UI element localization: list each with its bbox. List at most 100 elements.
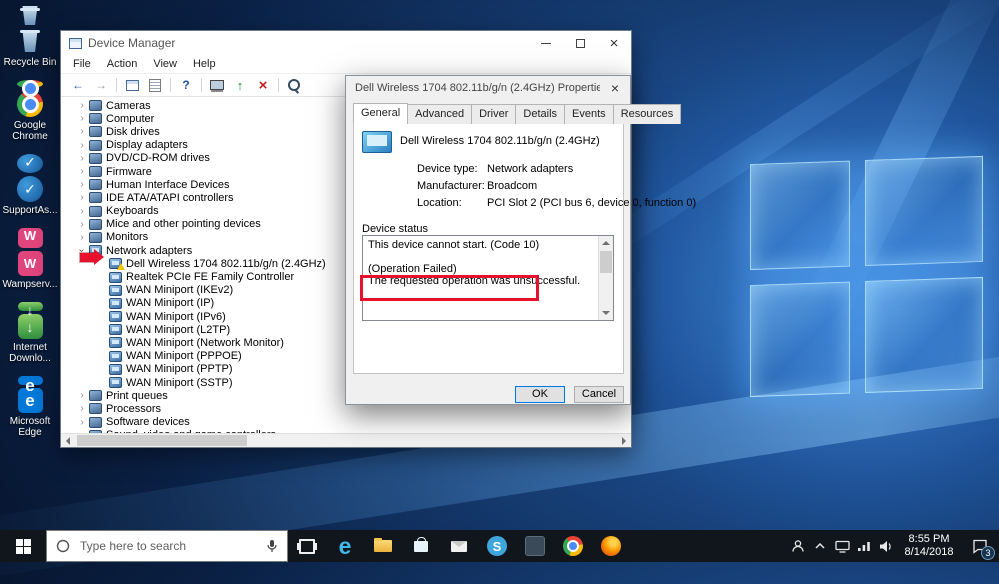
- scrollbar-track[interactable]: [75, 434, 617, 447]
- tab-details[interactable]: Details: [515, 104, 566, 124]
- taskbar-chrome-icon[interactable]: [554, 530, 592, 562]
- menu-item[interactable]: Action: [99, 58, 146, 70]
- menu-item[interactable]: File: [65, 58, 99, 70]
- tab-advanced[interactable]: Advanced: [407, 104, 473, 124]
- tree-expander-icon[interactable]: [75, 206, 89, 217]
- people-icon[interactable]: [787, 530, 809, 562]
- tree-expander-icon[interactable]: [75, 113, 89, 124]
- taskbar-mail-icon[interactable]: [440, 530, 478, 562]
- field-label: Manufacturer:: [417, 180, 485, 192]
- toolbar-icon-uninstall-device[interactable]: [254, 76, 272, 94]
- hidden-icons-chevron[interactable]: [809, 530, 831, 562]
- desktop-icon-google-chrome[interactable]: Google Chrome: [2, 80, 58, 142]
- taskbar-store-icon[interactable]: [402, 530, 440, 562]
- toolbar-icon-separator[interactable]: [201, 78, 202, 92]
- minimize-button[interactable]: [529, 31, 563, 55]
- desktop-icon-recycle-bin[interactable]: Recycle Bin: [2, 6, 58, 68]
- network-tray-icon[interactable]: [853, 530, 875, 562]
- taskbar-edge-icon[interactable]: [326, 530, 364, 562]
- scroll-left-arrow[interactable]: [61, 434, 75, 448]
- dialog-titlebar[interactable]: Dell Wireless 1704 802.11b/g/n (2.4GHz) …: [346, 76, 630, 100]
- tree-item-label: WAN Miniport (IPv6): [126, 310, 226, 323]
- tab-resources[interactable]: Resources: [612, 104, 682, 124]
- maximize-button[interactable]: [563, 31, 597, 55]
- device-icon: [89, 126, 102, 138]
- device-icon: [109, 377, 122, 389]
- device-manager-titlebar[interactable]: Device Manager: [61, 31, 631, 55]
- desktop-icon-microsoft-edge[interactable]: Microsoft Edge: [2, 376, 58, 439]
- dialog-close-button[interactable]: [600, 76, 630, 100]
- tree-expander-icon[interactable]: [75, 153, 89, 164]
- tree-expander-icon[interactable]: [75, 179, 89, 190]
- device-field-row: Location: PCI Slot 2 (PCI bus 6, device …: [417, 197, 696, 214]
- toolbar-icon-separator[interactable]: [116, 78, 117, 92]
- device-icon: [109, 284, 122, 296]
- tree-expander-icon[interactable]: [75, 140, 89, 151]
- volume-tray-icon[interactable]: [875, 530, 897, 562]
- tab-events[interactable]: Events: [564, 104, 614, 124]
- tree-expander-icon[interactable]: [75, 403, 89, 414]
- tree-expander-icon[interactable]: [75, 126, 89, 137]
- tree-item-label: IDE ATA/ATAPI controllers: [106, 191, 234, 204]
- menu-item[interactable]: View: [145, 58, 185, 70]
- start-button[interactable]: [0, 530, 46, 562]
- microphone-icon[interactable]: [266, 539, 278, 553]
- toolbar-icon-help[interactable]: [177, 76, 195, 94]
- close-button[interactable]: [597, 31, 631, 55]
- windows-logo-wallpaper: [750, 155, 983, 398]
- taskbar-skype-icon[interactable]: [478, 530, 516, 562]
- toolbar-icon-scan-hardware-changes[interactable]: [285, 76, 303, 94]
- ok-button[interactable]: OK: [515, 386, 565, 403]
- tree-expander-icon[interactable]: [75, 192, 89, 203]
- display-tray-icon[interactable]: [831, 530, 853, 562]
- tree-item-label: Network adapters: [106, 244, 193, 257]
- device-icon: [89, 113, 102, 125]
- search-input[interactable]: [78, 538, 258, 554]
- taskbar-search[interactable]: [46, 530, 288, 562]
- tree-expander-icon[interactable]: [75, 219, 89, 230]
- toolbar-icon-properties[interactable]: [146, 76, 164, 94]
- scroll-up-arrow[interactable]: [599, 236, 613, 250]
- search-icon: [56, 539, 70, 553]
- tree-item-label: Realtek PCIe FE Family Controller: [126, 271, 295, 284]
- taskbar-firefox-icon[interactable]: [592, 530, 630, 562]
- desktop-icon-internet-download-manager[interactable]: Internet Downlo...: [2, 302, 58, 365]
- tree-item-software-devices[interactable]: Software devices: [67, 416, 631, 429]
- horizontal-scrollbar[interactable]: [61, 433, 631, 447]
- toolbar-icon-show-console-tree[interactable]: [123, 76, 141, 94]
- tab-general[interactable]: General: [353, 103, 409, 123]
- cancel-button[interactable]: Cancel: [574, 386, 624, 403]
- tab-driver[interactable]: Driver: [471, 104, 517, 124]
- status-scrollbar[interactable]: [598, 236, 613, 320]
- tree-item-label: Monitors: [106, 231, 149, 244]
- scrollbar-thumb[interactable]: [77, 435, 247, 446]
- task-view-button[interactable]: [288, 530, 326, 562]
- toolbar-icon-separator[interactable]: [170, 78, 171, 92]
- desktop-icon-image: [15, 388, 45, 413]
- desktop-icon-label: SupportAs...: [2, 205, 58, 216]
- toolbar-icon-separator[interactable]: [278, 78, 279, 92]
- tree-expander-icon[interactable]: [75, 390, 89, 401]
- tree-expander-icon[interactable]: [75, 232, 89, 243]
- toolbar-icon-forward[interactable]: [92, 76, 110, 94]
- menu-item[interactable]: Help: [185, 58, 224, 70]
- tree-expander-icon[interactable]: [75, 417, 89, 428]
- taskbar-clock[interactable]: 8:55 PM 8/14/2018: [897, 533, 961, 559]
- tree-item-label: Human Interface Devices: [106, 178, 230, 191]
- notification-badge: 3: [981, 546, 995, 560]
- scroll-right-arrow[interactable]: [617, 434, 631, 448]
- tree-item-label: WAN Miniport (IKEv2): [126, 284, 234, 297]
- tree-expander-icon[interactable]: [75, 166, 89, 177]
- toolbar-icon-back[interactable]: [69, 76, 87, 94]
- toolbar-icon-devices[interactable]: [208, 76, 226, 94]
- taskbar-file-explorer-icon[interactable]: [364, 530, 402, 562]
- desktop-icon-supportassist[interactable]: SupportAs...: [2, 154, 58, 217]
- toolbar-icon-update-driver[interactable]: [231, 76, 249, 94]
- desktop-icon-wampserver[interactable]: Wampserv...: [2, 228, 58, 290]
- taskbar-app-icon[interactable]: [516, 530, 554, 562]
- tree-expander-icon[interactable]: [75, 100, 89, 111]
- scroll-down-arrow[interactable]: [599, 306, 613, 320]
- action-center-button[interactable]: 3: [961, 530, 999, 562]
- scrollbar-thumb[interactable]: [600, 251, 612, 273]
- device-status-label: Device status: [362, 223, 429, 235]
